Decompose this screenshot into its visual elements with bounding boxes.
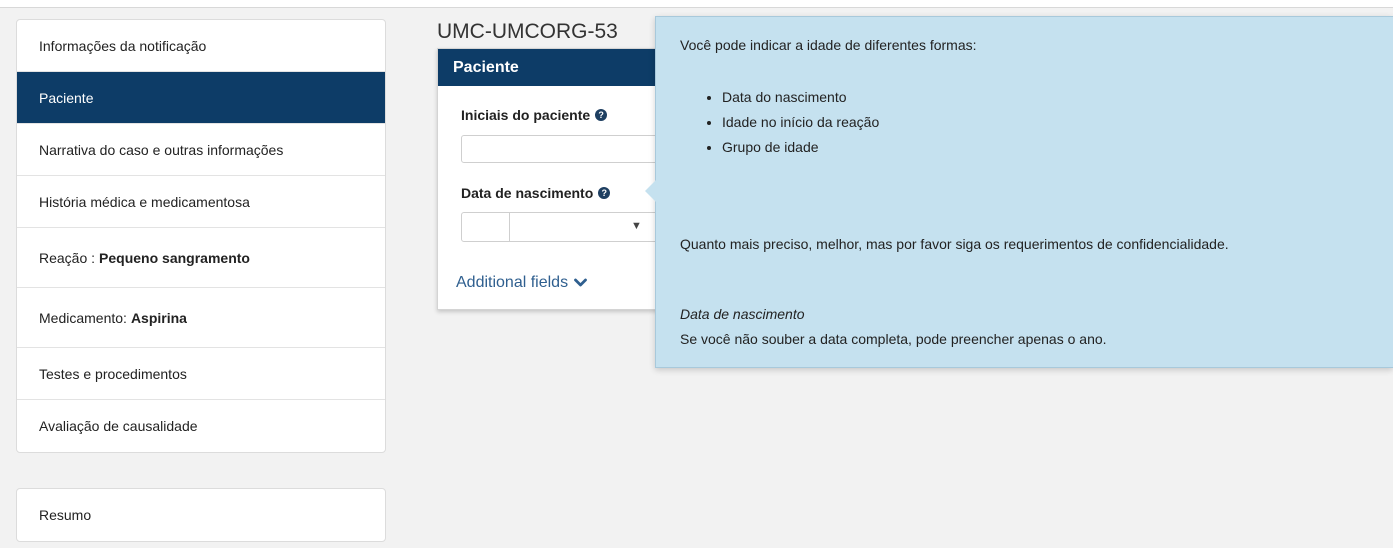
sidebar-item-patient[interactable]: Paciente — [17, 72, 385, 124]
sidebar-item-reaction[interactable]: Reação : Pequeno sangramento — [17, 228, 385, 288]
sidebar-item-label: Testes e procedimentos — [39, 365, 187, 382]
question-circle-icon[interactable]: ? — [595, 109, 608, 121]
sidebar-item-summary[interactable]: Resumo — [17, 489, 385, 541]
sidebar-nav: Informações da notificação Paciente Narr… — [16, 19, 386, 453]
birth-day-input[interactable] — [461, 212, 510, 242]
tooltip-option: Grupo de idade — [722, 135, 879, 160]
sidebar-item-value: Pequeno sangramento — [99, 249, 250, 266]
sidebar-item-tests[interactable]: Testes e procedimentos — [17, 348, 385, 400]
question-circle-icon[interactable]: ? — [598, 187, 611, 199]
sidebar-item-value: Aspirina — [130, 309, 187, 326]
tooltip-subtext: Se você não souber a data completa, pode… — [680, 331, 1107, 347]
sidebar-item-label: Informações da notificação — [39, 37, 207, 54]
tooltip-caret — [645, 180, 656, 202]
panel-title: Paciente — [453, 58, 519, 76]
sidebar-item-label: Paciente — [39, 89, 94, 106]
tooltip-options-list: Data do nascimento Idade no início da re… — [704, 85, 879, 160]
birth-date-label-text: Data de nascimento — [461, 185, 594, 201]
sidebar-item-medical-history[interactable]: História médica e medicamentosa — [17, 176, 385, 228]
additional-fields-toggle[interactable]: Additional fields — [456, 274, 587, 292]
sidebar-item-label: História médica e medicamentosa — [39, 193, 250, 210]
initials-label-text: Iniciais do paciente — [461, 107, 591, 123]
sidebar-item-label: Narrativa do caso e outras informações — [39, 141, 284, 158]
sidebar-item-notification-info[interactable]: Informações da notificação — [17, 20, 385, 72]
birth-month-select[interactable]: ▼ — [510, 212, 660, 242]
birth-date-label: Data de nascimento ? — [461, 185, 611, 201]
sidebar-item-label: Reação : — [39, 249, 96, 266]
sidebar-item-label: Avaliação de causalidade — [39, 418, 198, 434]
sidebar-item-case-narrative[interactable]: Narrativa do caso e outras informações — [17, 124, 385, 176]
chevron-down-icon — [574, 278, 587, 287]
sidebar-item-label: Medicamento: — [39, 309, 127, 326]
tooltip-title: Você pode indicar a idade de diferentes … — [680, 37, 977, 53]
case-id-title: UMC-UMCORG-53 — [437, 20, 618, 43]
sidebar-item-causality[interactable]: Avaliação de causalidade — [17, 400, 385, 452]
tooltip-option: Data do nascimento — [722, 85, 879, 110]
initials-input[interactable] — [461, 135, 681, 163]
tooltip-note: Quanto mais preciso, melhor, mas por fav… — [680, 236, 1229, 252]
sidebar-summary-group: Resumo — [16, 488, 386, 542]
initials-label: Iniciais do paciente ? — [461, 107, 608, 123]
sidebar-item-label: Resumo — [39, 507, 92, 523]
sidebar-item-medication[interactable]: Medicamento: Aspirina — [17, 288, 385, 348]
caret-down-icon: ▼ — [631, 220, 642, 232]
additional-fields-label: Additional fields — [456, 274, 569, 291]
tooltip-subtitle: Data de nascimento — [680, 306, 805, 322]
tooltip-option: Idade no início da reação — [722, 110, 879, 135]
help-tooltip: Você pode indicar a idade de diferentes … — [645, 16, 1393, 368]
